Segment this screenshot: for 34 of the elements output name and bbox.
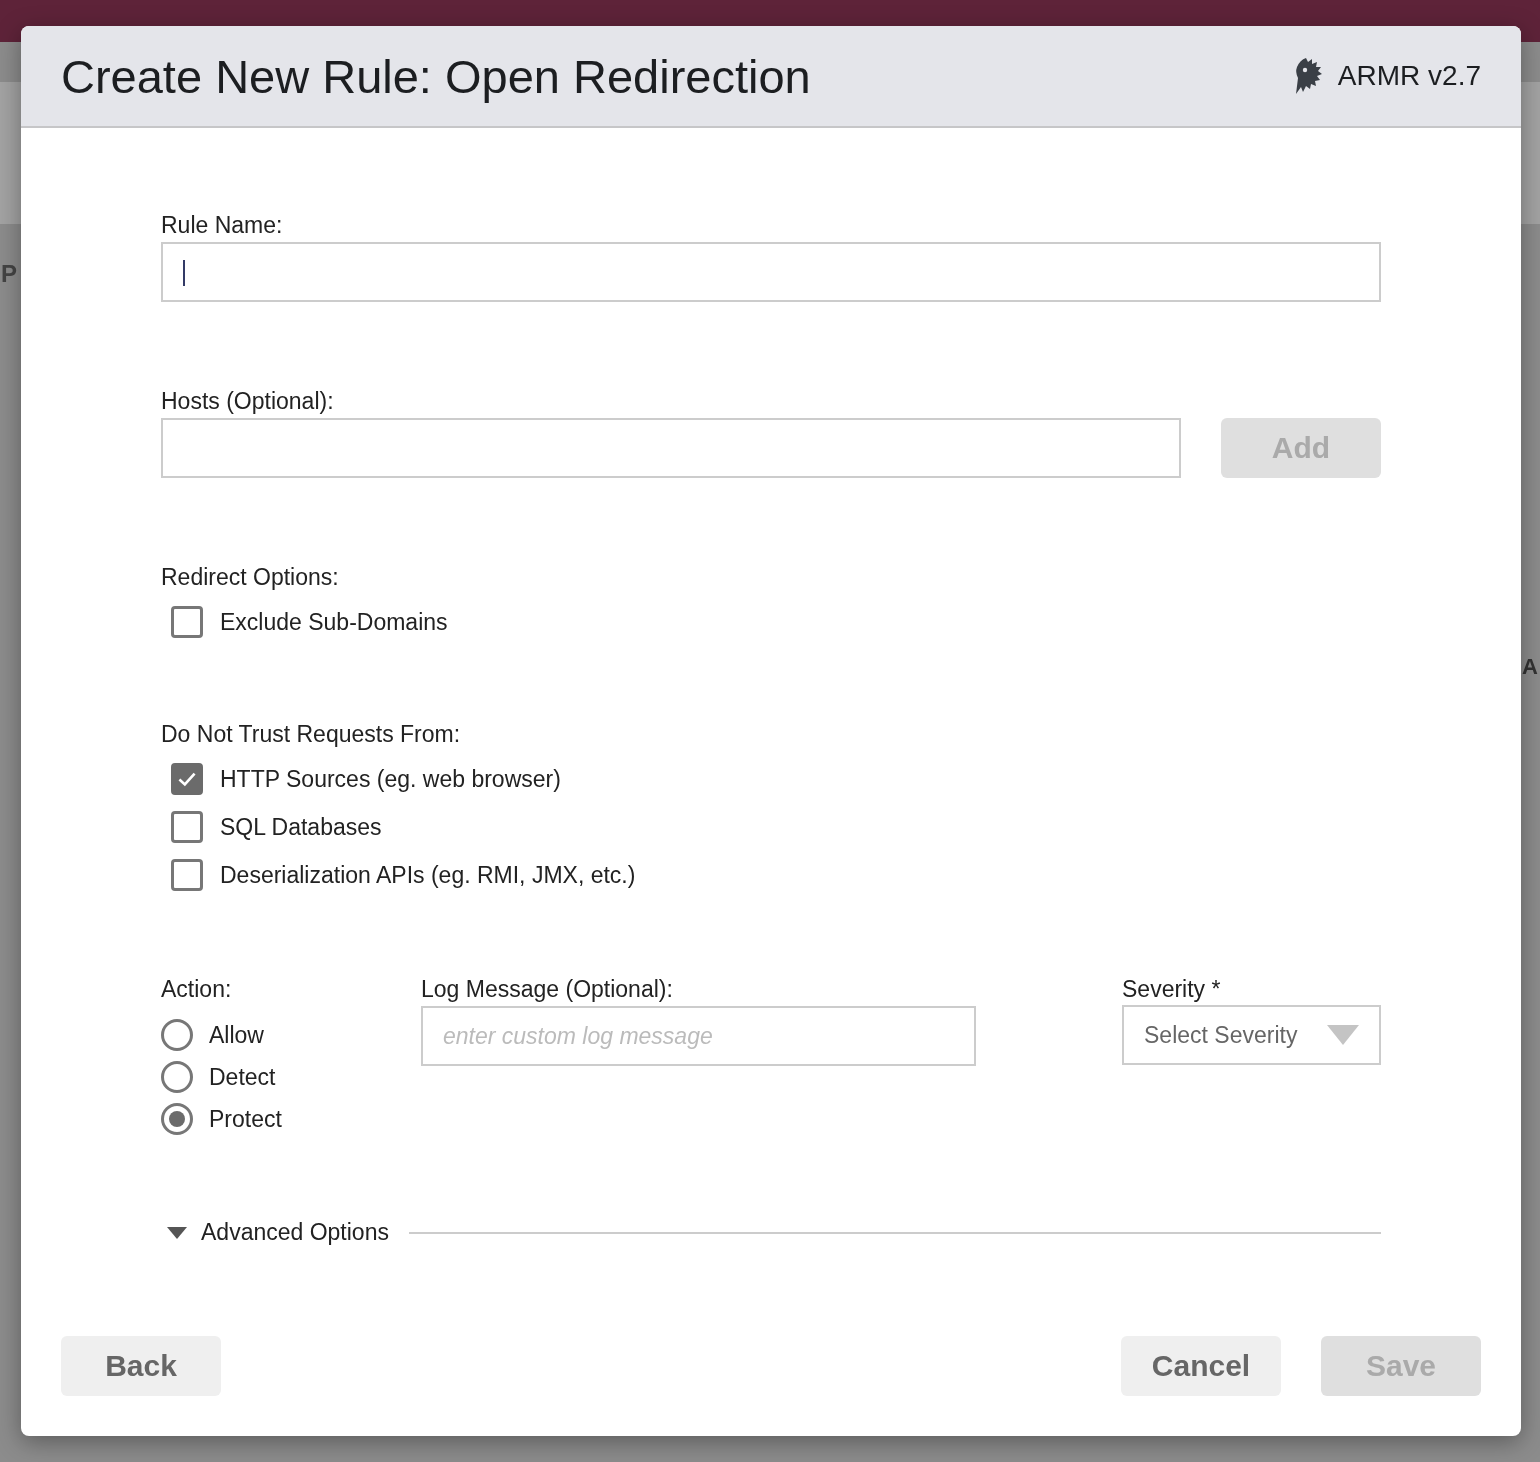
field-label: Action:: [161, 975, 232, 1004]
version-label: ARMR v2.7: [1337, 60, 1481, 92]
checkbox-label: SQL Databases: [220, 813, 382, 841]
field-label: Hosts (Optional):: [161, 387, 334, 416]
dialog-title: Create New Rule: Open Redirection: [61, 48, 811, 104]
severity-dropdown[interactable]: Select Severity: [1122, 1005, 1381, 1065]
field-label: Log Message (Optional):: [421, 975, 673, 1004]
footer-button[interactable]: Back: [61, 1336, 221, 1396]
radio-button[interactable]: [161, 1061, 193, 1093]
triangle-down-icon: [167, 1226, 187, 1239]
checkbox-label: HTTP Sources (eg. web browser): [220, 765, 561, 793]
background-text: P: [1, 260, 17, 288]
radio-label: Protect: [209, 1105, 282, 1133]
radio-label: Allow: [209, 1021, 264, 1049]
field-label: Rule Name:: [161, 211, 283, 240]
log-message-field[interactable]: enter custom log message: [421, 1006, 976, 1066]
checkbox-label: Deserialization APIs (eg. RMI, JMX, etc.): [220, 861, 636, 889]
checkbox[interactable]: [171, 811, 203, 843]
radio-label: Detect: [209, 1063, 276, 1091]
field-label: Redirect Options:: [161, 563, 339, 592]
hosts-field[interactable]: [161, 418, 1181, 478]
radio-button[interactable]: [161, 1103, 193, 1135]
rule-name-field[interactable]: [161, 242, 1381, 302]
footer-button[interactable]: Cancel: [1121, 1336, 1281, 1396]
checkbox[interactable]: [171, 763, 203, 795]
checkbox-label: Exclude Sub-Domains: [220, 608, 448, 636]
radio-button[interactable]: [161, 1019, 193, 1051]
checkbox[interactable]: [171, 859, 203, 891]
dropdown-triangle-icon: [1327, 1025, 1359, 1045]
field-label: Do Not Trust Requests From:: [161, 720, 461, 749]
field-label: Severity *: [1122, 975, 1221, 1004]
advanced-options-toggle[interactable]: Advanced Options: [161, 1219, 389, 1246]
background-text: A: [1522, 654, 1538, 680]
checkbox[interactable]: [171, 606, 203, 638]
